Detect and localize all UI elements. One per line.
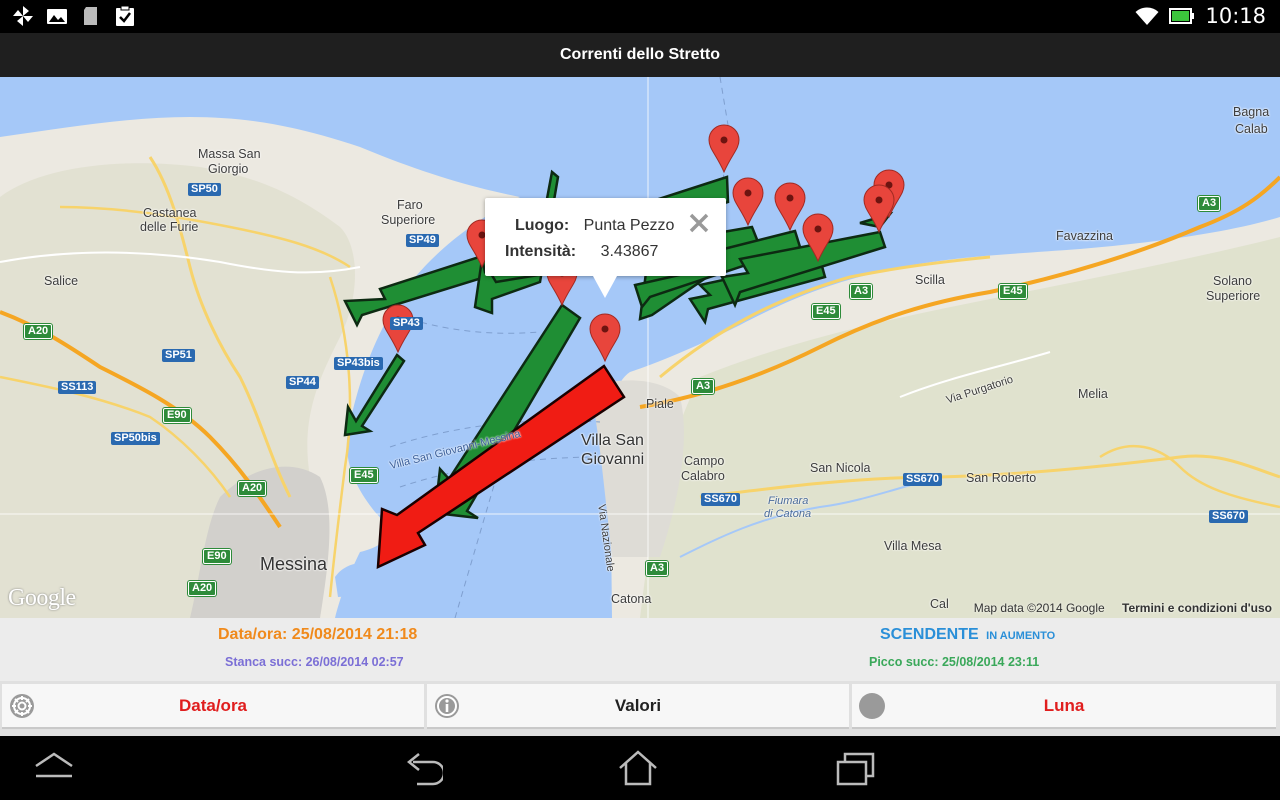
pinwheel-icon (13, 6, 33, 26)
home-icon[interactable] (618, 748, 658, 788)
marker-info-window: Luogo: Punta Pezzo Intensità: 3.43867 (485, 198, 726, 298)
label-messina: Messina (260, 554, 328, 574)
shield-a20-1: A20 (24, 324, 53, 339)
shield-e90-2: E90 (203, 549, 231, 564)
map-data-credit: Map data ©2014 Google (973, 601, 1105, 615)
moon-button[interactable]: Luna (852, 684, 1276, 729)
label-san-roberto: San Roberto (966, 471, 1037, 485)
shield-a3-1: A3 (850, 284, 873, 299)
shield-ss670-2: SS670 (903, 473, 943, 486)
place-label: Luogo: (515, 217, 570, 234)
map-background (0, 77, 1280, 618)
next-peak: Picco succ: 25/08/2014 23:11 (869, 655, 1040, 669)
picture-icon (47, 9, 67, 24)
label-salice: Salice (44, 274, 79, 288)
label-campo-calabro-1: Campo (684, 454, 725, 468)
back-icon[interactable] (403, 748, 443, 788)
label-fiumara-2: di Catona (764, 508, 812, 520)
map-view[interactable]: Massa San Giorgio Castanea delle Furie F… (0, 77, 1280, 618)
shield-e90-1: E90 (163, 408, 191, 423)
google-logo: Google (8, 585, 76, 611)
tide-trend: IN AUMENTO (986, 630, 1056, 642)
shield-a20-2: A20 (238, 481, 267, 496)
intensity-label: Intensità: (505, 243, 577, 260)
info-icon (435, 694, 459, 718)
shield-e45-2: E45 (812, 304, 840, 319)
tide-state-value: SCENDENTE (880, 626, 979, 643)
label-bagnara-1: Bagna (1233, 105, 1270, 119)
shield-sp49: SP49 (406, 234, 439, 247)
label-campo-calabro-2: Calabro (681, 469, 725, 483)
next-slack: Stanca succ: 26/08/2014 02:57 (225, 655, 404, 669)
map-credits: Map data ©2014 Google Termini e condizio… (974, 601, 1272, 615)
label-solano-1: Solano (1213, 274, 1252, 288)
label-catona: Catona (611, 592, 652, 606)
app-title: Correnti dello Stretto (559, 46, 720, 63)
shield-a3-2: A3 (692, 379, 715, 394)
shield-sp50: SP50 (188, 183, 221, 196)
status-bar: 10:18 (0, 0, 1280, 33)
label-favazzina: Favazzina (1056, 229, 1113, 243)
values-button[interactable]: Valori (427, 684, 849, 729)
label-solano-2: Superiore (1206, 289, 1261, 303)
title-bar: Correnti dello Stretto (0, 33, 1280, 77)
shield-a20-3: A20 (188, 581, 217, 596)
shield-ss670-3: SS670 (1209, 510, 1249, 523)
recent-apps-icon[interactable] (835, 748, 877, 788)
label-massa-san-giorgio-1: Massa San (198, 147, 261, 161)
info-window-tail (593, 276, 617, 298)
label-castanea-2: delle Furie (140, 220, 199, 234)
button-bar: Data/ora Valori Luna (0, 681, 1280, 736)
label-piale: Piale (646, 397, 674, 411)
tide-info-panel: Data/ora: 25/08/2014 21:18 Stanca succ: … (0, 618, 1280, 681)
clock: 10:18 (1205, 4, 1266, 28)
shield-e45-3: E45 (999, 284, 1027, 299)
label-cal: Cal (930, 597, 949, 611)
gear-icon (10, 694, 34, 718)
label-castanea-1: Castanea (143, 206, 197, 220)
wifi-icon (1135, 7, 1159, 26)
close-icon[interactable] (688, 212, 710, 234)
tide-state: SCENDENTE IN AUMENTO (880, 626, 1055, 644)
label-faro-1: Faro (397, 198, 423, 212)
label-villa-mesa: Villa Mesa (884, 539, 942, 553)
label-faro-2: Superiore (381, 213, 436, 227)
moon-button-label: Luna (1043, 695, 1085, 715)
label-bagnara-2: Calab (1235, 122, 1268, 136)
label-villa-san-giovanni-1: Villa San (581, 432, 644, 449)
shield-sp43: SP43 (390, 317, 423, 330)
values-button-label: Valori (614, 695, 662, 715)
shield-sp44: SP44 (286, 376, 319, 389)
label-scilla: Scilla (915, 273, 945, 287)
datetime-button-label: Data/ora (178, 695, 248, 715)
terms-link[interactable]: Termini e condizioni d'uso (1122, 601, 1272, 615)
sd-card-icon (84, 7, 97, 25)
navigation-bar (0, 736, 1280, 800)
label-san-nicola: San Nicola (810, 461, 871, 475)
label-villa-san-giovanni-2: Giovanni (581, 451, 645, 468)
shield-a3-4: A3 (1198, 196, 1221, 211)
battery-icon (1169, 8, 1195, 24)
shield-sp51: SP51 (162, 349, 195, 362)
label-fiumara-1: Fiumara (768, 495, 809, 507)
intensity-value: 3.43867 (600, 243, 659, 260)
shield-ss670-1: SS670 (701, 493, 741, 506)
shield-sp50bis: SP50bis (111, 432, 160, 445)
shield-a3-3: A3 (646, 561, 669, 576)
label-massa-san-giorgio-2: Giorgio (208, 162, 249, 176)
shield-sp43bis: SP43bis (334, 357, 383, 370)
chevron-up-icon[interactable] (34, 748, 74, 784)
clipboard-check-icon (116, 5, 134, 26)
shield-e45-1: E45 (350, 468, 378, 483)
shield-ss113: SS113 (58, 381, 97, 394)
label-melia: Melia (1078, 387, 1108, 401)
moon-icon (859, 693, 885, 719)
place-value: Punta Pezzo (583, 217, 675, 234)
datetime-button[interactable]: Data/ora (2, 684, 424, 729)
current-datetime: Data/ora: 25/08/2014 21:18 (218, 626, 418, 643)
